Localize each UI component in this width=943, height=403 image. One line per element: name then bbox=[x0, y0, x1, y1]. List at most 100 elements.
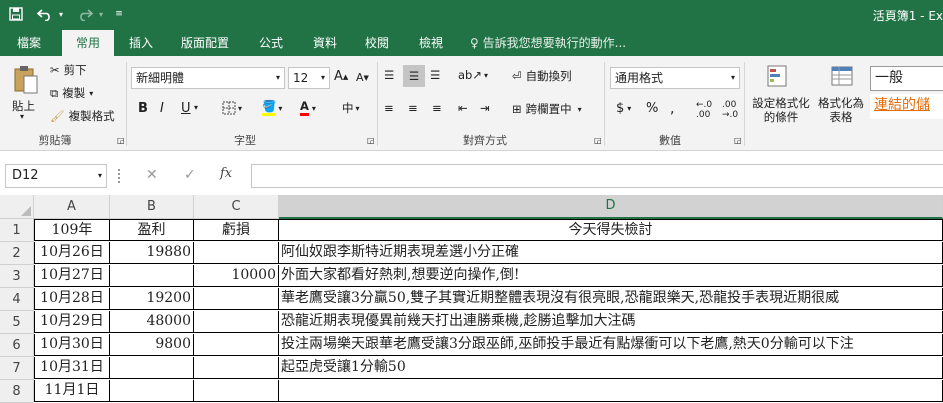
format-painter-button[interactable]: 🖌 複製格式 bbox=[50, 108, 115, 124]
cell-d4[interactable]: 華老鷹受讓3分贏50,雙子其實近期整體表現沒有很亮眼,恐龍跟樂天,恐龍投手表現近… bbox=[279, 288, 943, 310]
row-header[interactable]: 2 bbox=[0, 242, 34, 265]
decrease-indent-icon[interactable]: ⇤ bbox=[458, 101, 468, 115]
align-top-icon[interactable]: ☰ bbox=[384, 68, 394, 82]
tab-review[interactable]: 校閱 bbox=[354, 30, 400, 56]
select-all-corner[interactable] bbox=[0, 195, 34, 219]
alignment-launcher-icon[interactable]: ◲ bbox=[594, 136, 602, 145]
cell-a5[interactable]: 10月29日 bbox=[34, 311, 110, 333]
cell-style-normal[interactable]: 一般 bbox=[870, 66, 943, 91]
decrease-decimal-icon[interactable]: .00 →.0 bbox=[722, 100, 738, 120]
font-name-select[interactable]: 新細明體 ▾ bbox=[131, 67, 285, 89]
copy-button[interactable]: ⧉ 複製 ▾ bbox=[50, 85, 93, 101]
merge-center-button[interactable]: ⊞ 跨欄置中 ▾ bbox=[512, 101, 582, 117]
cell-a8[interactable]: 11月1日 bbox=[34, 380, 110, 402]
cell-a7[interactable]: 10月31日 bbox=[34, 357, 110, 379]
row-header[interactable]: 1 bbox=[0, 219, 34, 242]
redo-dropdown-icon[interactable]: ▾ bbox=[96, 4, 106, 24]
tab-home[interactable]: 常用 bbox=[62, 30, 114, 56]
cell-b1[interactable]: 盈利 bbox=[110, 219, 194, 241]
save-icon[interactable] bbox=[6, 4, 26, 24]
insert-function-icon[interactable]: fx bbox=[220, 166, 232, 181]
fill-color-icon[interactable]: 🪣 ▾ bbox=[262, 100, 282, 116]
italic-button[interactable]: I bbox=[160, 101, 164, 116]
format-as-table-button[interactable]: 格式化為表格 bbox=[815, 96, 867, 124]
number-launcher-icon[interactable]: ◲ bbox=[734, 136, 742, 145]
underline-dropdown-icon[interactable]: ▾ bbox=[194, 103, 198, 112]
cell-a4[interactable]: 10月28日 bbox=[34, 288, 110, 310]
undo-icon[interactable] bbox=[34, 4, 56, 24]
decrease-font-size-icon[interactable]: A ▼ bbox=[356, 71, 369, 84]
column-header-b[interactable]: B bbox=[110, 195, 194, 219]
row-header[interactable]: 4 bbox=[0, 288, 34, 311]
customize-qat-icon[interactable]: ≡ bbox=[112, 4, 126, 24]
row-header[interactable]: 8 bbox=[0, 380, 34, 403]
increase-indent-icon[interactable]: ⇥ bbox=[480, 101, 490, 115]
cell-a3[interactable]: 10月27日 bbox=[34, 265, 110, 287]
cell-b4[interactable]: 19200 bbox=[110, 288, 194, 310]
font-launcher-icon[interactable]: ◲ bbox=[367, 136, 375, 145]
formula-input[interactable] bbox=[251, 164, 943, 188]
tell-me-search[interactable]: ♀ 告訴我您想要執行的動作... bbox=[470, 30, 626, 56]
row-header[interactable]: 3 bbox=[0, 265, 34, 288]
cut-button[interactable]: ✂ 剪下 bbox=[50, 62, 87, 78]
align-right-icon[interactable]: ≡ bbox=[432, 101, 442, 115]
cell-d6[interactable]: 投注兩場樂天跟華老鷹受讓3分跟巫師,巫師投手最近有點爆衝可以下老鷹,熱天0分輸可… bbox=[279, 334, 943, 356]
undo-dropdown-icon[interactable]: ▾ bbox=[56, 4, 66, 24]
cell-c7[interactable] bbox=[194, 357, 279, 379]
column-header-c[interactable]: C bbox=[194, 195, 279, 219]
redo-icon[interactable] bbox=[74, 4, 96, 24]
tab-formulas[interactable]: 公式 bbox=[248, 30, 294, 56]
phonetic-icon[interactable]: 中 ▾ bbox=[342, 100, 360, 116]
cell-c2[interactable] bbox=[194, 242, 279, 264]
cell-c1[interactable]: 虧損 bbox=[194, 219, 279, 241]
align-left-icon[interactable]: ≡ bbox=[384, 101, 394, 115]
align-center-icon[interactable]: ≡ bbox=[408, 101, 418, 115]
paste-dropdown-icon[interactable]: ▾ bbox=[20, 112, 24, 121]
cell-b5[interactable]: 48000 bbox=[110, 311, 194, 333]
underline-button[interactable]: U bbox=[181, 101, 191, 116]
currency-icon[interactable]: $ ▾ bbox=[616, 101, 631, 116]
font-color-icon[interactable]: A ▾ bbox=[300, 100, 316, 116]
cell-d8[interactable] bbox=[279, 380, 943, 402]
cell-b2[interactable]: 19880 bbox=[110, 242, 194, 264]
cell-style-hyperlink[interactable]: 連結的儲 bbox=[870, 94, 943, 119]
enter-icon[interactable]: ✓ bbox=[184, 167, 196, 183]
cell-a1[interactable]: 109年 bbox=[34, 219, 110, 241]
cell-b8[interactable] bbox=[110, 380, 194, 402]
column-header-a[interactable]: A bbox=[34, 195, 110, 219]
tab-insert[interactable]: 插入 bbox=[118, 30, 164, 56]
column-header-d[interactable]: D bbox=[279, 195, 943, 219]
cell-a6[interactable]: 10月30日 bbox=[34, 334, 110, 356]
cell-d7[interactable]: 起亞虎受讓1分輸50 bbox=[279, 357, 943, 379]
increase-font-size-icon[interactable]: A ▲ bbox=[334, 69, 348, 84]
resize-handle[interactable] bbox=[118, 169, 120, 183]
number-format-select[interactable]: 通用格式 ▾ bbox=[610, 67, 740, 89]
tab-data[interactable]: 資料 bbox=[302, 30, 348, 56]
tab-page-layout[interactable]: 版面配置 bbox=[172, 30, 238, 56]
paste-icon[interactable] bbox=[10, 62, 42, 98]
tab-file[interactable]: 檔案 bbox=[4, 30, 54, 56]
cell-b3[interactable] bbox=[110, 265, 194, 287]
bold-button[interactable]: B bbox=[138, 101, 148, 116]
font-size-select[interactable]: 12 ▾ bbox=[288, 67, 330, 89]
row-header[interactable]: 7 bbox=[0, 357, 34, 380]
clipboard-launcher-icon[interactable]: ◲ bbox=[117, 136, 125, 145]
align-bottom-icon[interactable]: ☰ bbox=[430, 68, 440, 82]
row-header[interactable]: 5 bbox=[0, 311, 34, 334]
cell-c6[interactable] bbox=[194, 334, 279, 356]
wrap-text-button[interactable]: ⏎ 自動換列 bbox=[512, 68, 572, 84]
comma-style-icon[interactable]: , bbox=[670, 101, 674, 117]
cell-b6[interactable]: 9800 bbox=[110, 334, 194, 356]
tab-view[interactable]: 檢視 bbox=[408, 30, 454, 56]
format-as-table-icon[interactable] bbox=[828, 62, 856, 90]
conditional-formatting-icon[interactable] bbox=[764, 62, 792, 90]
increase-decimal-icon[interactable]: ←.0.00 bbox=[696, 100, 712, 120]
borders-icon[interactable]: ▾ bbox=[222, 101, 242, 115]
cell-d3[interactable]: 外面大家都看好熱刺,想要逆向操作,倒! bbox=[279, 265, 943, 287]
cell-c5[interactable] bbox=[194, 311, 279, 333]
cell-b7[interactable] bbox=[110, 357, 194, 379]
cancel-icon[interactable]: ✕ bbox=[146, 167, 158, 183]
cell-d5[interactable]: 恐龍近期表現優異前幾天打出連勝乘機,趁勝追擊加大注碼 bbox=[279, 311, 943, 333]
percent-icon[interactable]: % bbox=[646, 101, 658, 116]
cell-c4[interactable] bbox=[194, 288, 279, 310]
